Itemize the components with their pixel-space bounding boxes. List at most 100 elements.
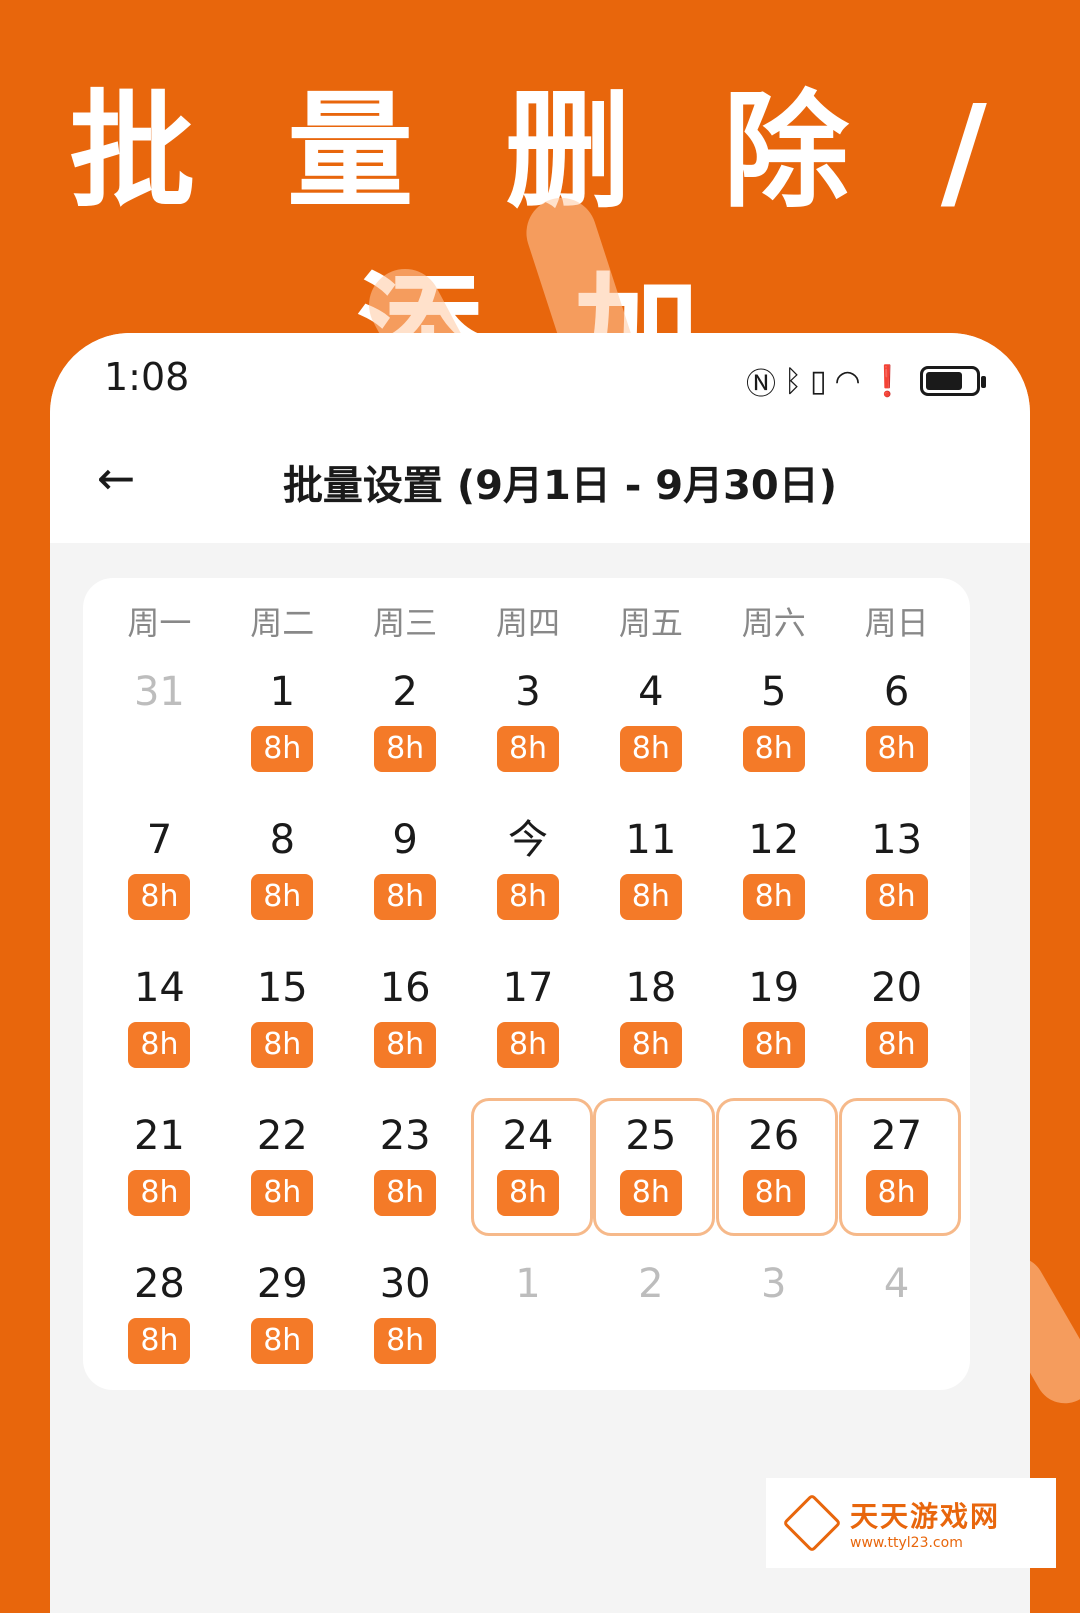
weekday-label: 周五 — [618, 604, 683, 642]
day-number: 25 — [625, 1113, 677, 1159]
calendar-grid: 31 1 8h 2 8h 3 8h 4 8h 5 8h 6 8h 7 8h 8 8h 9 8h 今 8h 11 8h 12 8h… — [98, 660, 962, 1400]
hours-badge: 8h — [742, 874, 805, 920]
day-number: 3 — [515, 669, 541, 715]
calendar-day[interactable]: 29 8h — [221, 1252, 344, 1390]
day-number: 30 — [379, 1261, 431, 1307]
calendar-week-row: 28 8h 29 8h 30 8h 1 2 3 4 — [98, 1252, 958, 1400]
calendar-day[interactable]: 30 8h — [344, 1252, 467, 1390]
calendar-day[interactable]: 14 8h — [98, 956, 221, 1094]
calendar-day: 4 — [835, 1252, 958, 1390]
day-number: 24 — [502, 1113, 554, 1159]
calendar-day[interactable]: 16 8h — [344, 956, 467, 1094]
calendar-day[interactable]: 20 8h — [835, 956, 958, 1094]
calendar-day[interactable]: 21 8h — [98, 1104, 221, 1242]
hours-badge: 8h — [251, 1170, 314, 1216]
day-number: 1 — [515, 1261, 541, 1307]
site-logo-icon — [782, 1493, 842, 1553]
calendar-day[interactable]: 6 8h — [835, 660, 958, 798]
hours-badge: 8h — [742, 726, 805, 772]
day-number: 20 — [871, 965, 923, 1011]
calendar-day: 1 — [467, 1252, 590, 1390]
hours-badge: 8h — [497, 874, 559, 920]
calendar-day[interactable]: 8 8h — [221, 808, 344, 946]
weekday-label: 周二 — [250, 604, 315, 642]
calendar: 周一 周二 周三 周四 周五 周六 周日 31 1 8h 2 8h 3 8h 4 8h 5 8h 6 8h 7 8h 8 8… — [83, 578, 970, 1390]
calendar-day[interactable]: 19 8h — [712, 956, 835, 1094]
calendar-day[interactable]: 7 8h — [98, 808, 221, 946]
hours-badge: 8h — [865, 726, 928, 772]
day-number: 31 — [133, 669, 185, 715]
day-number: 1 — [269, 669, 296, 715]
hours-badge: 8h — [251, 1022, 314, 1068]
day-number: 6 — [883, 669, 910, 715]
hours-badge: 8h — [128, 874, 191, 920]
page-title: 批量设置 (9月1日 - 9月30日) — [282, 463, 838, 509]
day-number: 9 — [392, 817, 418, 863]
calendar-day[interactable]: 28 8h — [98, 1252, 221, 1390]
weekday-label: 周一 — [127, 604, 192, 642]
hours-badge: 8h — [128, 1022, 191, 1068]
watermark: 天天游戏网 www.ttyl23.com — [766, 1478, 1056, 1568]
hours-badge: 8h — [742, 1170, 805, 1216]
alert-icon: ❗ — [868, 363, 906, 399]
weekday-label: 周日 — [864, 604, 929, 642]
hours-badge: 8h — [374, 1170, 437, 1216]
calendar-day[interactable]: 2 8h — [344, 660, 467, 798]
calendar-day[interactable]: 9 8h — [344, 808, 467, 946]
day-number: 2 — [638, 1261, 664, 1307]
calendar-day: 2 — [589, 1252, 712, 1390]
calendar-day-selected[interactable]: 27 8h — [835, 1098, 962, 1242]
hours-badge: 8h — [374, 1318, 437, 1364]
day-number: 21 — [133, 1113, 185, 1159]
hours-badge: 8h — [251, 726, 314, 772]
day-number: 12 — [748, 817, 800, 863]
calendar-day[interactable]: 15 8h — [221, 956, 344, 1094]
calendar-day: 31 — [98, 660, 221, 798]
battery-icon — [920, 366, 986, 396]
calendar-day[interactable]: 17 8h — [467, 956, 590, 1094]
day-number: 17 — [502, 965, 554, 1011]
back-button[interactable]: ← — [86, 448, 146, 508]
calendar-day[interactable]: 5 8h — [712, 660, 835, 798]
day-number: 5 — [761, 669, 787, 715]
calendar-day[interactable]: 18 8h — [589, 956, 712, 1094]
hours-badge: 8h — [619, 874, 682, 920]
calendar-day-selected[interactable]: 24 8h — [467, 1098, 593, 1242]
hours-badge: 8h — [251, 874, 314, 920]
weekday-label: 周六 — [741, 604, 806, 642]
day-number: 29 — [256, 1261, 308, 1307]
day-number: 16 — [379, 965, 431, 1011]
hours-badge: 8h — [865, 1170, 928, 1216]
calendar-day-selected[interactable]: 26 8h — [712, 1098, 839, 1242]
day-number: 4 — [638, 669, 664, 715]
status-time: 1:08 — [104, 355, 190, 399]
day-number: 22 — [256, 1113, 308, 1159]
weekday-header: 周一 周二 周三 周四 周五 周六 周日 — [98, 598, 958, 644]
calendar-day[interactable]: 12 8h — [712, 808, 835, 946]
calendar-week-row: 31 1 8h 2 8h 3 8h 4 8h 5 8h 6 8h — [98, 660, 958, 808]
calendar-day[interactable]: 今 8h — [467, 808, 590, 946]
calendar-day[interactable]: 4 8h — [589, 660, 712, 798]
calendar-day[interactable]: 23 8h — [344, 1104, 467, 1242]
hours-badge: 8h — [865, 874, 928, 920]
hours-badge: 8h — [742, 1022, 805, 1068]
day-number: 4 — [883, 1261, 910, 1307]
day-number: 11 — [625, 817, 677, 863]
watermark-name: 天天游戏网 — [850, 1500, 1001, 1533]
day-number: 27 — [871, 1113, 923, 1159]
calendar-day[interactable]: 13 8h — [835, 808, 958, 946]
calendar-day[interactable]: 11 8h — [589, 808, 712, 946]
day-number: 26 — [748, 1113, 800, 1159]
calendar-day[interactable]: 3 8h — [467, 660, 590, 798]
hours-badge: 8h — [374, 874, 437, 920]
day-number: 23 — [379, 1113, 431, 1159]
calendar-day[interactable]: 1 8h — [221, 660, 344, 798]
calendar-week-row: 7 8h 8 8h 9 8h 今 8h 11 8h 12 8h 13 8h — [98, 808, 958, 956]
hours-badge: 8h — [374, 726, 437, 772]
hours-badge: 8h — [251, 1318, 314, 1364]
day-number: 2 — [392, 669, 418, 715]
calendar-day-selected[interactable]: 25 8h — [589, 1098, 716, 1242]
hours-badge: 8h — [619, 1170, 682, 1216]
calendar-day[interactable]: 22 8h — [221, 1104, 344, 1242]
weekday-label: 周三 — [373, 604, 438, 642]
